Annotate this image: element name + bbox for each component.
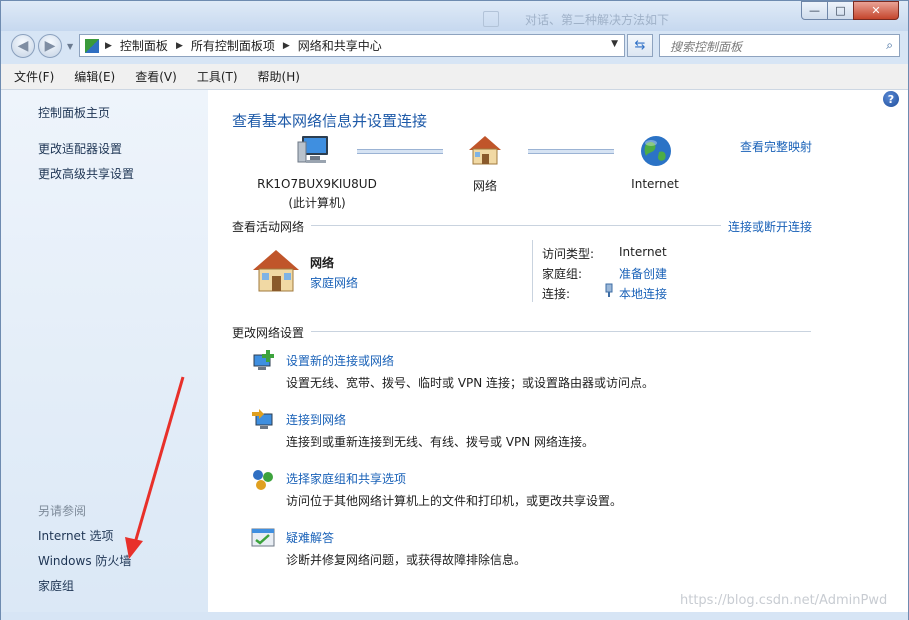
address-bar[interactable]: ▶ 控制面板 ▶ 所有控制面板项 ▶ 网络和共享中心 ▼ <box>79 34 625 57</box>
computer-sub-label: (此计算机) <box>288 196 346 210</box>
explorer-window: 对话、第二种解决方法如下 — □ ✕ ◀ ▶ ▼ ▶ 控制面板 ▶ 所有控制面板… <box>0 0 909 620</box>
sidebar-link-advanced-sharing[interactable]: 更改高级共享设置 <box>38 165 134 182</box>
breadcrumb-separator-icon[interactable]: ▶ <box>105 41 112 51</box>
address-dropdown-icon[interactable]: ▼ <box>611 39 618 49</box>
back-button[interactable]: ◀ <box>11 34 35 58</box>
active-networks-heading: 查看活动网络 <box>232 220 305 234</box>
breadcrumb-network-center[interactable]: 网络和共享中心 <box>298 37 382 54</box>
task-new-connection-link[interactable]: 设置新的连接或网络 <box>286 352 394 369</box>
control-panel-icon <box>85 38 99 53</box>
access-type-label: 访问类型: <box>542 247 595 261</box>
window-bottom-border <box>1 612 908 620</box>
globe-icon <box>641 136 671 166</box>
see-also-heading: 另请参阅 <box>38 504 87 518</box>
task-homegroup-sharing-desc: 访问位于其他网络计算机上的文件和打印机，或更改共享设置。 <box>286 494 623 508</box>
breadcrumb-separator-icon[interactable]: ▶ <box>176 41 183 51</box>
arrow-right-icon: ▶ <box>44 38 56 54</box>
ethernet-icon <box>605 283 613 297</box>
refresh-icon: ⇆ <box>634 38 646 53</box>
maximize-button[interactable]: □ <box>827 1 854 20</box>
title-bar: 对话、第二种解决方法如下 — □ ✕ <box>1 1 908 31</box>
local-connection-link[interactable]: 本地连接 <box>619 285 667 302</box>
task-troubleshoot-desc: 诊断并修复网络问题，或获得故障排除信息。 <box>286 553 527 567</box>
connection-line <box>357 149 443 154</box>
close-button[interactable]: ✕ <box>853 1 899 20</box>
minimize-button[interactable]: — <box>801 1 828 20</box>
menu-tools[interactable]: 工具(T) <box>194 68 241 85</box>
view-full-map-link[interactable]: 查看完整映射 <box>740 138 812 155</box>
internet-node-label: Internet <box>631 177 679 191</box>
menu-file[interactable]: 文件(F) <box>11 68 57 85</box>
task-new-connection-desc: 设置无线、宽带、拨号、临时或 VPN 连接；或设置路由器或访问点。 <box>286 376 655 390</box>
sidebar-link-change-adapter[interactable]: 更改适配器设置 <box>38 140 122 157</box>
connect-network-icon <box>252 409 273 429</box>
connection-line <box>528 149 614 154</box>
task-connect-network-desc: 连接到或重新连接到无线、有线、拨号或 VPN 网络连接。 <box>286 435 595 449</box>
network-type-link[interactable]: 家庭网络 <box>310 274 358 291</box>
forward-button[interactable]: ▶ <box>38 34 62 58</box>
background-window-icon <box>483 11 499 27</box>
breadcrumb-control-panel[interactable]: 控制面板 <box>120 37 168 54</box>
connection-label: 连接: <box>542 287 571 301</box>
menu-edit[interactable]: 编辑(E) <box>71 68 118 85</box>
page-title: 查看基本网络信息并设置连接 <box>232 112 428 130</box>
breadcrumb-all-items[interactable]: 所有控制面板项 <box>191 37 275 54</box>
access-type-value: Internet <box>619 245 667 259</box>
recent-pages-dropdown[interactable]: ▼ <box>67 42 73 51</box>
sidebar-link-internet-options[interactable]: Internet 选项 <box>38 527 113 544</box>
sidebar-link-windows-firewall[interactable]: Windows 防火墙 <box>38 552 131 569</box>
sidebar-link-homegroup[interactable]: 家庭组 <box>38 577 74 594</box>
search-box[interactable]: ⌕ <box>659 34 900 57</box>
homegroup-label: 家庭组: <box>542 267 583 281</box>
homegroup-link[interactable]: 准备创建 <box>619 265 667 282</box>
search-icon[interactable]: ⌕ <box>886 38 893 53</box>
menu-bar: 文件(F) 编辑(E) 查看(V) 工具(T) 帮助(H) <box>1 64 908 90</box>
computer-name-label: RK1O7BUX9KIU8UD <box>257 177 377 191</box>
breadcrumb-separator-icon[interactable]: ▶ <box>283 41 290 51</box>
change-settings-heading: 更改网络设置 <box>232 326 305 340</box>
vertical-divider <box>532 240 533 302</box>
help-icon[interactable]: ? <box>883 91 899 107</box>
arrow-left-icon: ◀ <box>17 38 29 54</box>
navigation-bar: ◀ ▶ ▼ ▶ 控制面板 ▶ 所有控制面板项 ▶ 网络和共享中心 ▼ ⇆ ⌕ <box>1 31 908 63</box>
menu-help[interactable]: 帮助(H) <box>255 68 303 85</box>
section-divider <box>311 225 721 226</box>
sidebar: 控制面板主页 更改适配器设置 更改高级共享设置 另请参阅 Internet 选项… <box>1 90 208 612</box>
task-homegroup-sharing-link[interactable]: 选择家庭组和共享选项 <box>286 470 406 487</box>
house-large-icon <box>253 250 299 292</box>
menu-view[interactable]: 查看(V) <box>132 68 180 85</box>
house-icon <box>469 136 501 165</box>
task-troubleshoot-link[interactable]: 疑难解答 <box>286 529 334 546</box>
watermark-text: https://blog.csdn.net/AdminPwd <box>680 593 888 608</box>
troubleshoot-icon <box>251 528 275 547</box>
new-connection-icon <box>253 350 274 370</box>
content-area: 控制面板主页 更改适配器设置 更改高级共享设置 另请参阅 Internet 选项… <box>1 90 908 612</box>
refresh-button[interactable]: ⇆ <box>627 34 653 57</box>
search-input[interactable] <box>668 36 872 57</box>
network-node-label: 网络 <box>472 179 497 193</box>
annotation-arrow <box>125 376 185 559</box>
computer-icon <box>297 136 328 163</box>
section-divider <box>311 331 811 332</box>
sidebar-link-control-panel-home[interactable]: 控制面板主页 <box>38 104 110 121</box>
connect-disconnect-link[interactable]: 连接或断开连接 <box>728 218 812 235</box>
task-connect-network-link[interactable]: 连接到网络 <box>286 411 346 428</box>
homegroup-sharing-icon <box>253 470 273 490</box>
active-network-name: 网络 <box>310 256 335 270</box>
background-window-text: 对话、第二种解决方法如下 <box>525 13 670 27</box>
